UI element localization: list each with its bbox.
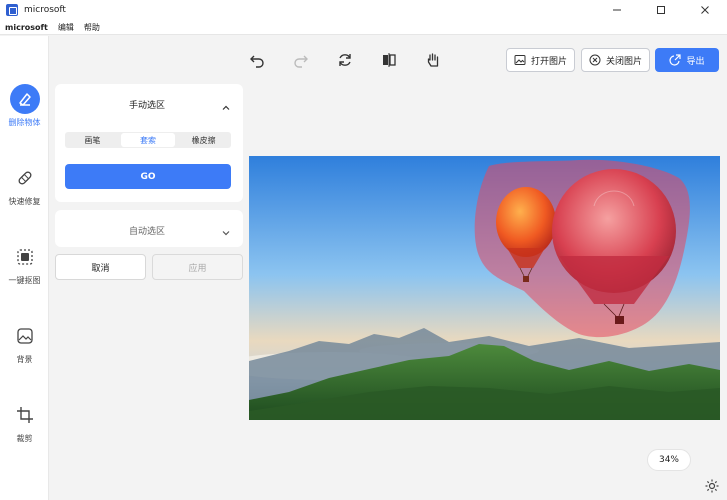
chevron-down-icon — [222, 231, 230, 236]
compare-button[interactable] — [379, 50, 399, 70]
maximize-icon — [657, 6, 665, 14]
tab-eraser[interactable]: 橡皮擦 — [176, 132, 231, 148]
image-icon — [514, 55, 526, 65]
minimize-icon — [613, 9, 621, 11]
hand-icon — [427, 53, 439, 67]
rail-item-cutout[interactable]: 一键抠图 — [0, 242, 49, 286]
rail-label: 快速修复 — [8, 197, 41, 206]
close-icon — [701, 6, 709, 14]
rail-label: 一键抠图 — [8, 276, 41, 285]
open-image-label: 打开图片 — [531, 56, 568, 67]
bandage-icon — [10, 163, 40, 193]
crop-icon — [10, 400, 40, 430]
menu-help[interactable]: 帮助 — [79, 22, 105, 33]
menu-bar: microsoft 编辑 帮助 — [0, 20, 727, 35]
go-button[interactable]: GO — [65, 164, 231, 189]
tab-brush[interactable]: 画笔 — [65, 132, 120, 148]
chevron-up-icon — [222, 105, 230, 110]
close-image-label: 关闭图片 — [606, 56, 643, 67]
rail-label: 背景 — [16, 355, 33, 364]
background-icon — [10, 321, 40, 351]
export-label: 导出 — [686, 56, 705, 67]
close-image-button[interactable]: 关闭图片 — [581, 48, 651, 72]
auto-selection-panel[interactable]: 自动选区 — [55, 210, 243, 247]
export-icon — [669, 54, 682, 66]
selection-mode-tabs: 画笔 套索 橡皮擦 — [65, 132, 231, 148]
rail-item-background[interactable]: 背景 — [0, 321, 49, 365]
collapse-button[interactable] — [221, 98, 231, 117]
open-image-button[interactable]: 打开图片 — [506, 48, 576, 72]
zoom-level[interactable]: 34% — [647, 449, 691, 471]
undo-icon — [250, 55, 264, 68]
window-title: microsoft — [24, 5, 66, 15]
redo-icon — [294, 55, 308, 68]
rail-item-quick-fix[interactable]: 快速修复 — [0, 163, 49, 207]
reset-button[interactable] — [335, 50, 355, 70]
manual-selection-panel: 手动选区 画笔 套索 橡皮擦 GO — [55, 84, 243, 202]
gear-icon — [705, 479, 719, 492]
cancel-button[interactable]: 取消 — [55, 254, 146, 280]
close-circle-icon — [589, 54, 601, 66]
balloon-photo — [249, 156, 720, 420]
tab-lasso[interactable]: 套索 — [120, 133, 176, 147]
image-canvas[interactable] — [249, 156, 720, 420]
rail-label: 删除物体 — [8, 118, 41, 127]
undo-button[interactable] — [247, 50, 267, 70]
menu-edit[interactable]: 编辑 — [53, 22, 79, 33]
title-bar: microsoft — [0, 0, 727, 20]
manual-selection-title: 手动选区 — [129, 101, 166, 111]
compare-icon — [383, 53, 396, 67]
cutout-icon — [10, 242, 40, 272]
settings-button[interactable] — [697, 471, 727, 500]
window-controls — [595, 0, 727, 20]
redo-button[interactable] — [291, 50, 311, 70]
tool-rail: 删除物体 快速修复 一键抠图 背景 裁剪 — [0, 36, 49, 500]
menu-brand[interactable]: microsoft — [0, 23, 53, 32]
refresh-icon — [339, 54, 351, 66]
app-window: microsoft microsoft 编辑 帮助 删除物体 快速修复 一键抠图… — [0, 0, 727, 500]
close-window-button[interactable] — [683, 0, 727, 20]
pan-button[interactable] — [423, 50, 443, 70]
rail-label: 裁剪 — [16, 434, 33, 443]
apply-button[interactable]: 应用 — [152, 254, 243, 280]
eraser-icon — [9, 84, 40, 114]
expand-button[interactable] — [221, 223, 231, 242]
auto-selection-title: 自动选区 — [129, 227, 166, 237]
rail-item-crop[interactable]: 裁剪 — [0, 400, 49, 444]
export-button[interactable]: 导出 — [655, 48, 719, 72]
app-icon — [6, 4, 18, 16]
minimize-button[interactable] — [595, 0, 639, 20]
rail-item-remove-object[interactable]: 删除物体 — [0, 84, 49, 128]
maximize-button[interactable] — [639, 0, 683, 20]
